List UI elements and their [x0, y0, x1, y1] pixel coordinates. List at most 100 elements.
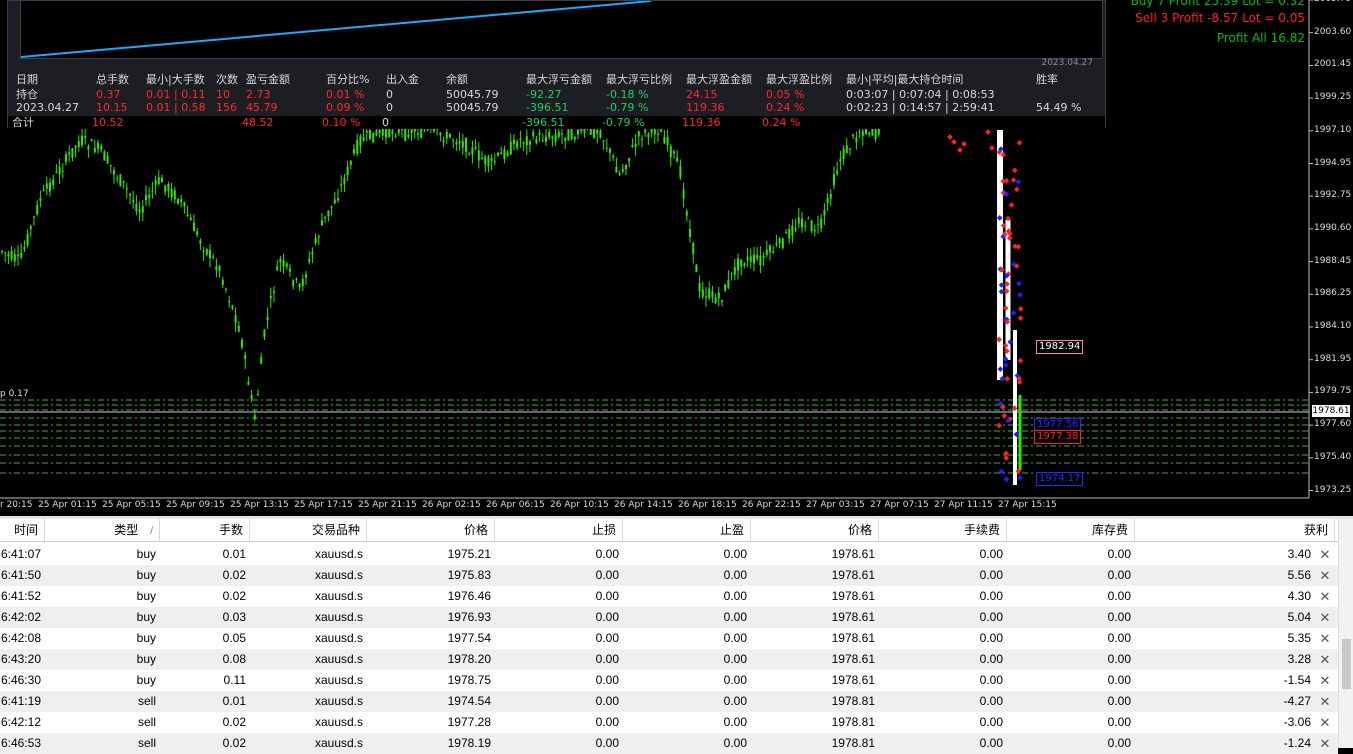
column-header[interactable]: 手续费 — [879, 519, 1007, 541]
stats-cell: 48.52 — [242, 116, 274, 129]
column-header[interactable]: 交易品种 — [250, 519, 367, 541]
sell-marker — [1010, 177, 1017, 183]
candle-body — [602, 140, 605, 142]
column-header[interactable]: 时间 — [0, 519, 45, 541]
close-position-icon[interactable]: ✕ — [1317, 586, 1333, 607]
candle-body — [849, 148, 851, 150]
table-cell: 0.00 — [595, 715, 619, 729]
column-header[interactable]: 止盈 — [623, 519, 751, 541]
candle-body — [346, 166, 349, 176]
close-position-icon[interactable]: ✕ — [1317, 670, 1333, 691]
stats-cell: 0.37 — [96, 88, 121, 101]
table-cell: 0.00 — [595, 589, 619, 603]
candle-body — [813, 229, 816, 232]
sell-summary: Sell 3 Profit -8.57 Lot = 0.05 — [1135, 11, 1305, 25]
column-header[interactable]: 类型 / — [45, 519, 160, 541]
sell-marker — [985, 129, 991, 135]
stats-cell: 合计 — [12, 116, 34, 129]
table-row[interactable]: 6:42:12 sell 0.02 xauusd.s 1977.28 0.00 0.00 19… — [0, 712, 1338, 733]
stats-header-cell: 最大浮亏金额 — [526, 73, 592, 86]
table-row[interactable]: 6:42:08 buy 0.05 xauusd.s 1977.54 0.00 0.00 197… — [0, 628, 1338, 649]
candle-body — [625, 165, 627, 170]
table-header: 时间 类型 / 手数 交易品种 价格 止损 止盈 价格 手续费 库存费 获利 — [0, 519, 1338, 542]
close-position-icon[interactable]: ✕ — [1317, 565, 1333, 586]
candle-body — [292, 280, 295, 287]
candle-body — [202, 250, 205, 252]
time-axis-label: r 20:15 — [0, 500, 33, 510]
close-position-icon[interactable]: ✕ — [1317, 691, 1333, 712]
table-cell: 1975.83 — [447, 568, 491, 582]
candle-body — [90, 139, 93, 142]
table-cell: 0.00 — [1107, 652, 1131, 666]
table-cell: 6:46:53 — [0, 736, 41, 750]
table-row[interactable]: 6:41:07 buy 0.01 xauusd.s 1975.21 0.00 0.00 197… — [0, 544, 1338, 565]
candle-body — [817, 223, 819, 225]
table-cell: 0.00 — [723, 610, 747, 624]
table-cell: 6:42:02 — [0, 610, 41, 624]
price-axis-label: 1997.10 — [1314, 124, 1352, 135]
price-chart[interactable]: Buy 7 Profit 25.39 Lot = 0.32 Sell 3 Pro… — [0, 0, 1353, 516]
candle-body — [679, 166, 682, 178]
table-cell: 0.00 — [723, 652, 747, 666]
table-row[interactable]: 6:43:20 buy 0.08 xauusd.s 1978.20 0.00 0.00 197… — [0, 649, 1338, 670]
candle-body — [77, 141, 80, 148]
candle-body — [157, 176, 160, 185]
table-cell: buy — [136, 673, 156, 687]
candle-body — [490, 158, 493, 162]
table-cell: xauusd.s — [314, 652, 363, 666]
table-cell: 0.00 — [723, 589, 747, 603]
table-cell: 0.00 — [979, 547, 1003, 561]
table-cell: 0.00 — [723, 631, 747, 645]
candle-body — [781, 238, 784, 249]
column-header[interactable]: 手数 — [160, 519, 250, 541]
candle-body — [852, 134, 855, 137]
close-position-icon[interactable]: ✕ — [1317, 544, 1333, 565]
table-cell: 0.05 — [222, 631, 246, 645]
column-header[interactable]: 止损 — [495, 519, 623, 541]
column-header[interactable]: 库存费 — [1007, 519, 1135, 541]
sell-marker — [1017, 306, 1024, 312]
close-position-icon[interactable]: ✕ — [1317, 649, 1333, 670]
column-header[interactable]: 价格 — [751, 519, 879, 541]
column-header[interactable]: 价格 — [367, 519, 495, 541]
candle-body — [797, 217, 800, 224]
table-row[interactable]: 6:41:19 sell 0.01 xauusd.s 1974.54 0.00 0.00 19… — [0, 691, 1338, 712]
close-position-icon[interactable]: ✕ — [1317, 733, 1333, 754]
buy-marker — [1016, 280, 1022, 287]
table-row[interactable]: 6:41:50 buy 0.02 xauusd.s 1975.83 0.00 0.00 197… — [0, 565, 1338, 586]
candle-body — [100, 145, 103, 150]
close-position-icon[interactable]: ✕ — [1317, 712, 1333, 733]
candle-body — [593, 128, 595, 138]
table-row[interactable]: 6:42:02 buy 0.03 xauusd.s 1976.93 0.00 0.00 197… — [0, 607, 1338, 628]
table-cell: 1978.81 — [831, 694, 875, 708]
scrollbar-thumb[interactable] — [1342, 639, 1351, 689]
stats-header-cell: 日期 — [16, 73, 38, 86]
table-scrollbar[interactable] — [1338, 519, 1353, 748]
stats-cell: -0.18 % — [606, 88, 649, 101]
candle-body — [282, 260, 285, 267]
table-cell: 0.00 — [1107, 736, 1131, 750]
table-row[interactable]: 6:46:53 sell 0.02 xauusd.s 1978.19 0.00 0.00 19… — [0, 733, 1338, 754]
candle-body — [711, 291, 714, 298]
candle-body — [612, 155, 615, 158]
candle-body — [29, 226, 32, 230]
candle-body — [708, 288, 711, 298]
table-cell: 0.00 — [979, 652, 1003, 666]
candle-body — [356, 140, 359, 154]
candle-body — [250, 394, 253, 400]
column-header[interactable]: 获利 — [1135, 519, 1335, 541]
table-cell: 0.00 — [1107, 715, 1131, 729]
close-position-icon[interactable]: ✕ — [1317, 607, 1333, 628]
candle-body — [225, 288, 227, 290]
time-axis-label: 27 Apr 07:15 — [870, 500, 929, 510]
table-row[interactable]: 6:41:52 buy 0.02 xauusd.s 1976.46 0.00 0.00 197… — [0, 586, 1338, 607]
candle-body — [209, 249, 211, 259]
candle-body — [689, 228, 691, 237]
candle-body — [84, 135, 87, 138]
table-cell: 0.00 — [595, 547, 619, 561]
buy-marker — [1017, 474, 1023, 481]
table-row[interactable]: 6:46:30 buy 0.11 xauusd.s 1978.75 0.00 0.00 197… — [0, 670, 1338, 691]
time-axis-label: 26 Apr 14:15 — [614, 500, 673, 510]
close-position-icon[interactable]: ✕ — [1317, 628, 1333, 649]
table-cell: 0.00 — [1107, 694, 1131, 708]
